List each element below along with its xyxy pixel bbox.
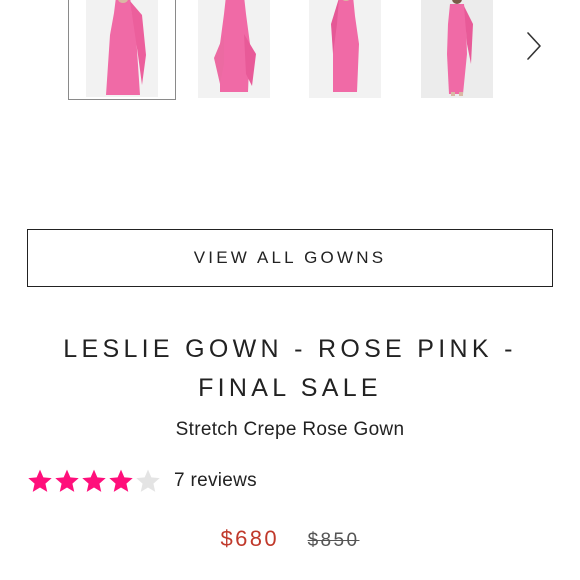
gallery-next-button[interactable] — [518, 28, 550, 64]
thumbnail-front[interactable] — [68, 0, 176, 100]
star-filled-icon — [55, 469, 79, 492]
thumbnail-model[interactable] — [403, 0, 511, 100]
thumbnail-gallery — [0, 0, 580, 104]
star-filled-icon — [28, 469, 52, 492]
gown-side-thumbnail — [309, 0, 381, 98]
star-filled-icon — [109, 469, 133, 492]
gown-front-thumbnail — [86, 0, 158, 97]
reviews-link[interactable]: 7 reviews — [174, 470, 257, 492]
thumbnail-back[interactable] — [180, 0, 288, 100]
product-title: LESLIE GOWN - ROSE PINK - FINAL SALE — [30, 330, 550, 408]
chevron-right-icon — [527, 32, 541, 60]
gown-model-thumbnail — [421, 0, 493, 98]
product-subtitle: Stretch Crepe Rose Gown — [175, 419, 405, 440]
star-filled-icon — [82, 469, 106, 492]
rating-stars — [27, 468, 162, 494]
star-empty-icon — [136, 469, 160, 492]
product-title-line1: LESLIE GOWN - ROSE PINK - — [63, 335, 517, 363]
original-price: $850 — [307, 530, 360, 551]
view-all-gowns-button[interactable]: VIEW ALL GOWNS — [27, 229, 553, 287]
product-title-line2: FINAL SALE — [198, 374, 382, 402]
sale-price: $680 — [220, 526, 280, 551]
thumbnail-side[interactable] — [291, 0, 399, 100]
price-row: $680 $850 — [0, 526, 580, 552]
product-rating: 7 reviews — [27, 465, 257, 497]
view-all-gowns-label: VIEW ALL GOWNS — [193, 248, 387, 267]
gown-back-thumbnail — [198, 0, 270, 98]
